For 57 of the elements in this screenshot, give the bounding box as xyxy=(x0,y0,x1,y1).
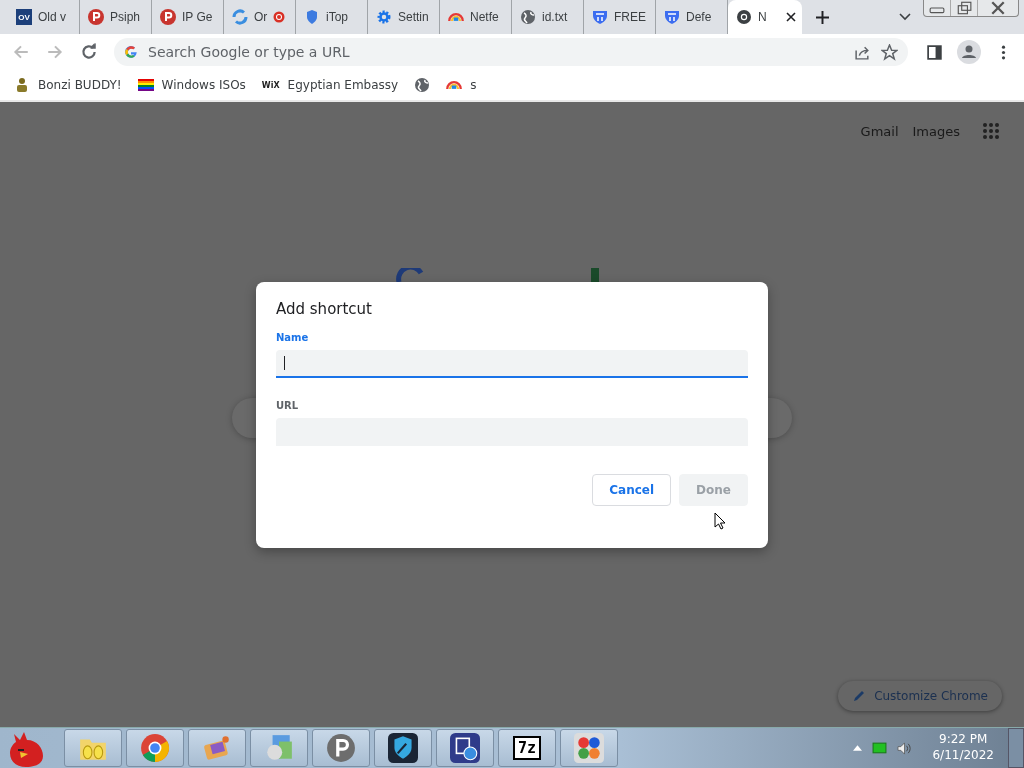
figure-icon xyxy=(14,77,30,93)
side-panel-icon[interactable] xyxy=(926,43,943,61)
settings-icon xyxy=(376,9,392,25)
bookmark[interactable]: WiX Egyptian Embassy xyxy=(261,78,399,92)
pencil-icon xyxy=(852,689,867,703)
reload-icon[interactable] xyxy=(80,43,98,61)
bookmark[interactable]: s xyxy=(446,78,477,92)
shield-icon xyxy=(304,9,320,25)
bookmark[interactable]: Windows ISOs xyxy=(137,77,246,93)
apps-grid-icon[interactable] xyxy=(982,122,1000,140)
chevron-icon[interactable] xyxy=(899,13,911,21)
shield-icon xyxy=(388,733,418,763)
swirl-icon xyxy=(232,9,248,25)
p-logo-icon xyxy=(326,733,356,763)
globe-icon xyxy=(520,9,536,25)
taskbar-button[interactable]: 7z xyxy=(498,729,556,767)
chrome-icon xyxy=(736,9,752,25)
chrome-icon xyxy=(140,733,170,763)
new-tab-icon[interactable] xyxy=(816,10,829,24)
taskbar-button[interactable] xyxy=(312,729,370,767)
dialog-title: Add shortcut xyxy=(276,300,373,318)
address-bar[interactable]: Search Google or type a URL xyxy=(114,38,908,66)
input-field[interactable] xyxy=(276,350,748,378)
logo-letter-drawing xyxy=(591,268,599,282)
p-logo-icon xyxy=(88,9,104,25)
logo-icon: OV xyxy=(16,9,32,25)
clock-date: 6/11/2022 xyxy=(932,748,994,764)
field-label: Name xyxy=(276,332,310,343)
color-balls-icon xyxy=(574,733,604,763)
dialog-button[interactable]: Cancel xyxy=(592,474,672,506)
close-icon[interactable] xyxy=(786,12,796,22)
clock-time: 9:22 PM xyxy=(939,732,988,748)
logo-icon: WiX xyxy=(261,80,280,90)
taskbar-button[interactable] xyxy=(374,729,432,767)
google-icon xyxy=(124,45,138,59)
p-logo-icon xyxy=(160,9,176,25)
browser-tab[interactable]: N xyxy=(728,0,802,34)
cursor-icon xyxy=(714,512,726,530)
bookmark[interactable]: Bonzi BUDDY! xyxy=(14,77,122,93)
bookmark[interactable] xyxy=(414,77,431,93)
shield-icon xyxy=(664,9,680,25)
window-controls[interactable] xyxy=(923,0,1019,17)
tray-arrow-icon[interactable] xyxy=(853,745,863,751)
profile-icon[interactable] xyxy=(957,40,981,64)
shield-icon xyxy=(592,9,608,25)
star-icon[interactable] xyxy=(881,43,898,61)
taskbar-button[interactable] xyxy=(436,729,494,767)
image-app-icon xyxy=(450,733,480,763)
flag-icon xyxy=(137,77,154,93)
photos-icon xyxy=(264,733,294,763)
speaker-icon[interactable] xyxy=(897,741,913,755)
field-label: URL xyxy=(276,400,300,411)
paint-icon xyxy=(202,733,232,763)
rainbow-icon xyxy=(446,80,463,90)
globe-icon xyxy=(414,77,431,93)
rainbow-icon xyxy=(448,12,464,22)
archive-icon: 7z xyxy=(513,736,541,760)
